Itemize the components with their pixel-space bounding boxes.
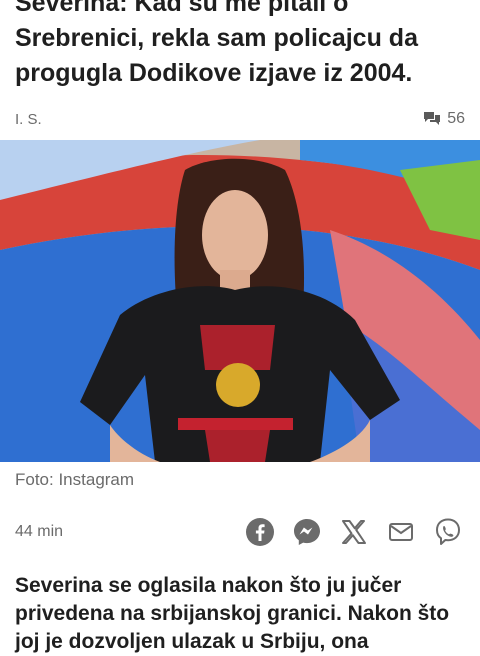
author-name: I. S. [15, 110, 42, 128]
share-viber-button[interactable] [431, 515, 465, 549]
facebook-icon [246, 518, 274, 546]
share-facebook-button[interactable] [243, 515, 277, 549]
share-icons [243, 515, 465, 549]
photo-caption: Foto: Instagram [15, 470, 135, 489]
article-headline: Severina: Kad su me pitali o Srebrenici,… [15, 0, 418, 87]
comment-count: 56 [447, 110, 465, 127]
viber-icon [436, 518, 460, 545]
share-messenger-button[interactable] [290, 515, 324, 549]
share-bar: 44 min [15, 512, 465, 552]
article-lead: Severina se oglasila nakon što ju jučer … [15, 574, 450, 653]
messenger-icon [294, 519, 320, 545]
comments-icon [424, 112, 441, 125]
article-photo [0, 140, 480, 462]
mail-icon [389, 523, 413, 541]
publish-time: 44 min [15, 523, 64, 540]
share-x-button[interactable] [337, 515, 371, 549]
article-meta: I. S. 56 [15, 108, 465, 130]
comments-link[interactable]: 56 [423, 110, 465, 128]
woman-portrait-image [0, 140, 480, 462]
share-mail-button[interactable] [384, 515, 418, 549]
x-icon [342, 520, 366, 544]
